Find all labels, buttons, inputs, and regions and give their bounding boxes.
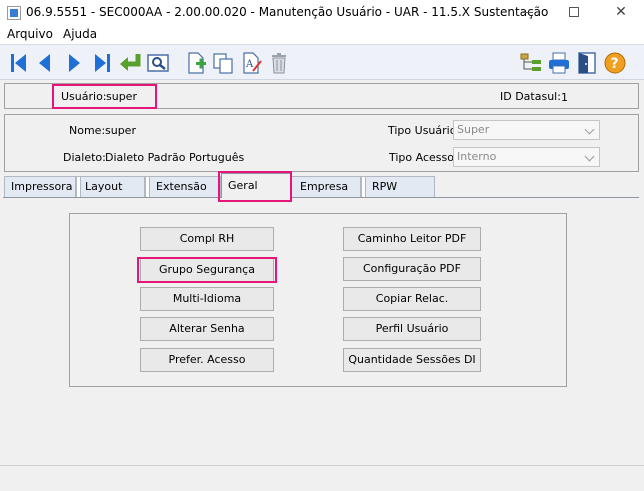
tab-layout[interactable]: Layout bbox=[76, 176, 145, 197]
close-icon: ✕ bbox=[615, 4, 627, 20]
help-button[interactable]: ? bbox=[603, 51, 627, 75]
id-datasul-value: 1 bbox=[561, 91, 568, 104]
edit-icon: A bbox=[243, 52, 262, 74]
help-icon: ? bbox=[604, 52, 626, 74]
svg-text:?: ? bbox=[611, 56, 619, 72]
usuario-highlight bbox=[52, 84, 157, 109]
new-button[interactable] bbox=[184, 51, 208, 75]
delete-button[interactable] bbox=[267, 51, 291, 75]
copy-button[interactable] bbox=[211, 51, 235, 75]
previous-record-icon bbox=[39, 54, 50, 72]
tab-label: Impressora bbox=[11, 180, 73, 193]
search-icon bbox=[147, 54, 169, 72]
tipo-usuario-value: Super bbox=[457, 123, 490, 136]
tipo-acesso-label: Tipo Acesso: bbox=[389, 151, 458, 164]
title-bar: 06.9.5551 - SEC000AA - 2.00.00.020 - Man… bbox=[0, 0, 644, 25]
tipo-acesso-value: Interno bbox=[457, 150, 497, 163]
first-record-button[interactable] bbox=[7, 51, 31, 75]
tipo-usuario-select[interactable]: Super bbox=[453, 120, 600, 140]
tipo-usuario-label: Tipo Usuário: bbox=[388, 124, 461, 137]
close-button[interactable]: ✕ bbox=[598, 0, 644, 25]
maximize-icon bbox=[569, 7, 579, 17]
maximize-button[interactable] bbox=[551, 0, 597, 25]
tab-separator bbox=[77, 177, 81, 197]
tab-extensao[interactable]: Extensão bbox=[145, 176, 221, 197]
goto-icon bbox=[120, 54, 141, 71]
tab-label: Layout bbox=[85, 180, 123, 193]
copiar-relac-button[interactable]: Copiar Relac. bbox=[343, 287, 481, 311]
toolbar: A ? bbox=[0, 44, 644, 80]
quantidade-sessoes-di-button[interactable]: Quantidade Sessões DI bbox=[343, 348, 481, 372]
exit-button[interactable] bbox=[575, 51, 599, 75]
svg-text:A: A bbox=[245, 59, 254, 70]
minimize-icon bbox=[523, 11, 533, 13]
tree-button[interactable] bbox=[519, 51, 543, 75]
tab-impressora[interactable]: Impressora bbox=[4, 176, 76, 197]
tab-separator bbox=[146, 177, 150, 197]
minimize-button[interactable] bbox=[505, 0, 551, 25]
id-datasul-label: ID Datasul: bbox=[500, 90, 561, 103]
chevron-down-icon bbox=[584, 124, 595, 135]
alterar-senha-button[interactable]: Alterar Senha bbox=[140, 317, 274, 341]
edit-button[interactable]: A bbox=[239, 51, 263, 75]
goto-button[interactable] bbox=[118, 51, 142, 75]
tab-label: Empresa bbox=[300, 180, 349, 193]
tab-label: RPW bbox=[372, 180, 398, 193]
main-window: 06.9.5551 - SEC000AA - 2.00.00.020 - Man… bbox=[0, 0, 644, 491]
last-record-icon bbox=[95, 54, 110, 72]
next-record-icon bbox=[69, 54, 80, 72]
caminho-leitor-pdf-button[interactable]: Caminho Leitor PDF bbox=[343, 227, 481, 251]
configuracao-pdf-button[interactable]: Configuração PDF bbox=[343, 257, 481, 281]
nome-label: Nome: bbox=[69, 124, 106, 137]
previous-record-button[interactable] bbox=[33, 51, 57, 75]
menu-ajuda[interactable]: Ajuda bbox=[63, 27, 97, 41]
print-icon bbox=[549, 52, 569, 74]
print-button[interactable] bbox=[547, 51, 571, 75]
tree-icon bbox=[520, 53, 541, 71]
compl-rh-button[interactable]: Compl RH bbox=[140, 227, 274, 251]
tipo-acesso-select[interactable]: Interno bbox=[453, 147, 600, 167]
multi-idioma-button[interactable]: Multi-Idioma bbox=[140, 287, 274, 311]
menu-bar: Arquivo Ajuda bbox=[0, 25, 644, 44]
menu-arquivo[interactable]: Arquivo bbox=[7, 27, 53, 41]
chevron-down-icon bbox=[584, 151, 595, 162]
tab-rpw[interactable]: RPW bbox=[361, 176, 435, 197]
grupo-seguranca-highlight bbox=[137, 257, 277, 283]
window-title: 06.9.5551 - SEC000AA - 2.00.00.020 - Man… bbox=[26, 5, 549, 19]
tab-label: Extensão bbox=[156, 180, 207, 193]
new-icon bbox=[188, 52, 206, 74]
perfil-usuario-button[interactable]: Perfil Usuário bbox=[343, 317, 481, 341]
last-record-button[interactable] bbox=[90, 51, 114, 75]
first-record-icon bbox=[11, 54, 26, 72]
nome-value: super bbox=[105, 124, 136, 137]
dialeto-label: Dialeto: bbox=[63, 151, 106, 164]
tab-empresa[interactable]: Empresa bbox=[291, 176, 361, 197]
next-record-button[interactable] bbox=[62, 51, 86, 75]
prefer-acesso-button[interactable]: Prefer. Acesso bbox=[140, 348, 274, 372]
search-button[interactable] bbox=[146, 51, 170, 75]
tab-separator bbox=[362, 177, 366, 197]
geral-tab-highlight bbox=[218, 171, 292, 202]
dialeto-value: Dialeto Padrão Português bbox=[105, 151, 245, 164]
app-icon bbox=[7, 6, 21, 20]
copy-icon bbox=[213, 53, 233, 74]
status-bar bbox=[0, 465, 644, 491]
exit-icon bbox=[578, 52, 596, 74]
delete-icon bbox=[272, 53, 286, 74]
